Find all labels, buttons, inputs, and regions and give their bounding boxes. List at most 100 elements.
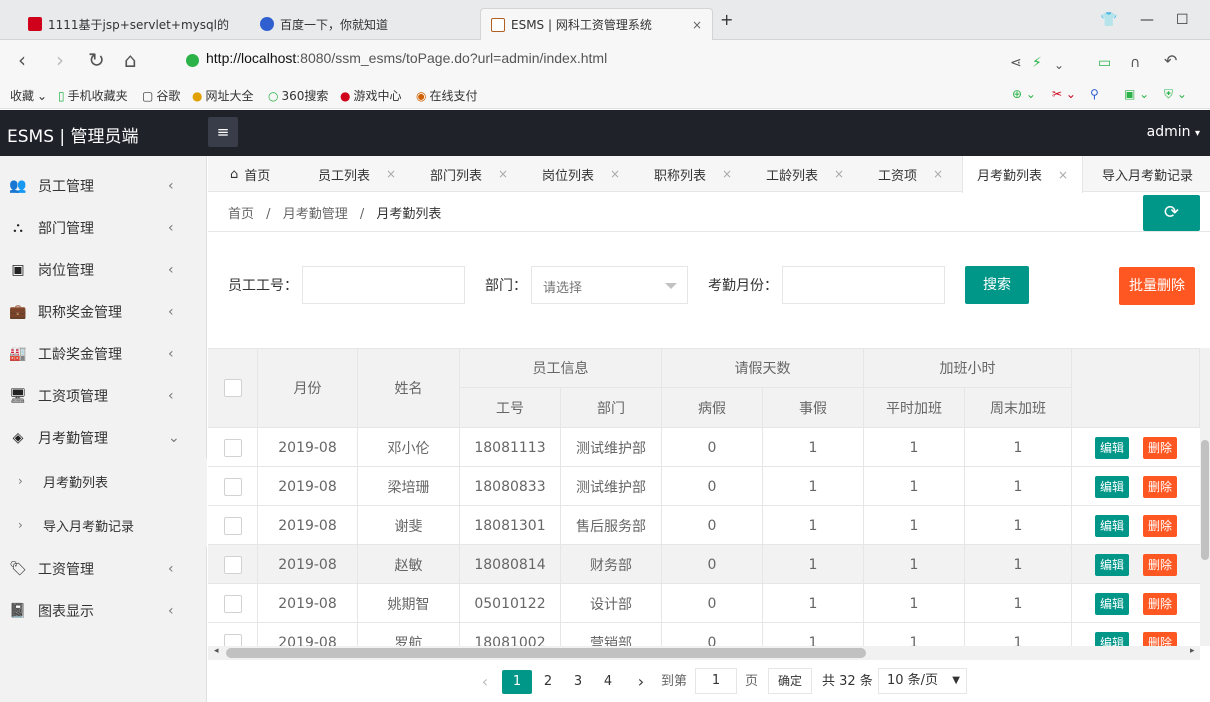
- close-icon[interactable]: ×: [933, 167, 943, 181]
- pager-page-4[interactable]: 4: [598, 670, 618, 694]
- browser-tab-baidu[interactable]: 百度一下，你就知道: [250, 8, 478, 40]
- breadcrumb-home[interactable]: 首页: [228, 207, 254, 222]
- refresh-button[interactable]: ⟳: [1143, 195, 1200, 231]
- close-icon[interactable]: ×: [610, 167, 620, 181]
- sidebar-item-department[interactable]: ⛬ 部门管理 ‹: [0, 207, 207, 249]
- table-row[interactable]: 2019-08 梁培珊 18080833 测试维护部 0 1 1 1 编辑 删除: [208, 467, 1200, 506]
- close-icon[interactable]: ×: [834, 167, 844, 181]
- select-all-checkbox[interactable]: [223, 379, 242, 397]
- edit-button[interactable]: 编辑: [1094, 553, 1129, 576]
- home-icon[interactable]: ⌂: [124, 49, 137, 71]
- edit-button[interactable]: 编辑: [1094, 436, 1129, 459]
- tab-employee-list[interactable]: 员工列表 ×: [318, 156, 396, 192]
- tab-salary-items[interactable]: 工资项 ×: [878, 156, 943, 192]
- bookmark-pay[interactable]: ◉ 在线支付: [416, 87, 478, 104]
- row-checkbox[interactable]: [223, 555, 242, 574]
- scroll-right-icon[interactable]: ▸: [1190, 646, 1195, 656]
- share-icon[interactable]: ⋖: [1010, 52, 1022, 74]
- pager-page-1[interactable]: 1: [502, 670, 532, 694]
- tab-position-list[interactable]: 岗位列表 ×: [542, 156, 620, 192]
- bookmark-favorites[interactable]: 收藏 ⌄: [10, 87, 47, 104]
- row-checkbox[interactable]: [223, 438, 242, 457]
- undo-icon[interactable]: ↶: [1164, 50, 1177, 72]
- sidebar-item-salary-items[interactable]: 🖥 工资项管理 ‹: [0, 375, 207, 417]
- close-icon[interactable]: ×: [498, 167, 508, 181]
- search-button[interactable]: 搜索: [965, 266, 1029, 304]
- back-icon[interactable]: ‹: [18, 49, 26, 71]
- pager-confirm-button[interactable]: 确定: [768, 668, 812, 694]
- edit-button[interactable]: 编辑: [1094, 592, 1129, 615]
- browser-tab-esms[interactable]: ESMS | 网科工资管理系统 ×: [480, 8, 713, 40]
- reload-icon[interactable]: ↻: [88, 49, 105, 71]
- delete-button[interactable]: 删除: [1143, 436, 1178, 459]
- page-size-select[interactable]: 10 条/页 ▼: [878, 668, 967, 694]
- bookmark-games[interactable]: ● 游戏中心: [340, 87, 402, 104]
- magnifier-icon[interactable]: ⚲: [1090, 87, 1099, 101]
- tab-title-list[interactable]: 职称列表 ×: [654, 156, 732, 192]
- menu-toggle-icon[interactable]: ≡: [208, 117, 238, 147]
- new-tab-button[interactable]: +: [720, 10, 733, 29]
- delete-button[interactable]: 删除: [1143, 592, 1178, 615]
- shield-icon[interactable]: ⛨ ⌄: [1164, 87, 1187, 102]
- table-row[interactable]: 2019-08 谢斐 18081301 售后服务部 0 1 1 1 编辑 删除: [208, 506, 1200, 545]
- bookmark-360[interactable]: ○ 360搜索: [268, 87, 328, 104]
- lightning-icon[interactable]: ⚡: [1032, 52, 1042, 74]
- scissors-icon[interactable]: ✂ ⌄: [1052, 87, 1076, 101]
- row-checkbox[interactable]: [223, 516, 242, 535]
- scroll-left-icon[interactable]: ◂: [214, 646, 219, 656]
- edit-button[interactable]: 编辑: [1094, 514, 1129, 537]
- sidebar-item-seniority-bonus[interactable]: 🏭 工龄奖金管理 ‹: [0, 333, 207, 375]
- sidebar-item-salary[interactable]: 🏷 工资管理 ‹: [0, 548, 207, 590]
- breadcrumb-attendance[interactable]: 月考勤管理: [283, 207, 348, 222]
- sidebar-item-attendance[interactable]: ◈ 月考勤管理 ⌄: [0, 417, 207, 459]
- tab-home[interactable]: ⌂ 首页: [230, 156, 270, 192]
- dept-select[interactable]: 请选择: [531, 266, 688, 304]
- month-input[interactable]: [782, 266, 945, 304]
- address-bar[interactable]: http://localhost:8080/ssm_esms/toPage.do…: [206, 50, 607, 66]
- close-icon[interactable]: ×: [722, 167, 732, 181]
- row-checkbox[interactable]: [223, 594, 242, 613]
- extension-icon[interactable]: ⊕ ⌄: [1012, 87, 1036, 101]
- bookmark-mobile[interactable]: ▯ 手机收藏夹: [58, 87, 128, 104]
- table-row[interactable]: 2019-08 罗航 18081002 营销部 0 1 1 1 编辑 删除: [208, 623, 1200, 648]
- delete-button[interactable]: 删除: [1143, 553, 1178, 576]
- emp-no-input[interactable]: [302, 266, 465, 304]
- pager-prev[interactable]: ‹: [478, 670, 492, 694]
- sidebar-item-employee[interactable]: 👥 员工管理 ‹: [0, 165, 207, 207]
- vertical-scroll-thumb[interactable]: [1201, 440, 1209, 560]
- delete-button[interactable]: 删除: [1143, 475, 1178, 498]
- bookmark-sites[interactable]: ● 网址大全: [192, 87, 254, 104]
- close-icon[interactable]: ×: [1058, 168, 1068, 182]
- pager-goto-input[interactable]: 1: [695, 668, 737, 694]
- tab-department-list[interactable]: 部门列表 ×: [430, 156, 508, 192]
- table-row[interactable]: 2019-08 赵敏 18080814 财务部 0 1 1 1 编辑 删除: [208, 545, 1200, 584]
- sidebar-item-position[interactable]: ▣ 岗位管理 ‹: [0, 249, 207, 291]
- user-menu[interactable]: admin ▾: [1147, 124, 1200, 140]
- headphone-icon[interactable]: ∩: [1130, 52, 1140, 74]
- sidebar-item-charts[interactable]: 📓 图表显示 ‹: [0, 590, 207, 632]
- bookmark-google[interactable]: ▢ 谷歌: [142, 87, 180, 104]
- sidebar-item-title-bonus[interactable]: 💼 职称奖金管理 ‹: [0, 291, 207, 333]
- table-row[interactable]: 2019-08 邓小伦 18081113 测试维护部 0 1 1 1 编辑 删除: [208, 428, 1200, 467]
- minimize-icon[interactable]: —: [1140, 12, 1154, 28]
- edit-button[interactable]: 编辑: [1094, 475, 1129, 498]
- table-row[interactable]: 2019-08 姚期智 05010122 设计部 0 1 1 1 编辑 删除: [208, 584, 1200, 623]
- shirt-skin-icon[interactable]: 👕: [1100, 12, 1117, 28]
- pager-page-2[interactable]: 2: [538, 670, 558, 694]
- sidebar-subitem-import-attendance[interactable]: › 导入月考勤记录: [0, 503, 207, 547]
- pager-page-3[interactable]: 3: [568, 670, 588, 694]
- dropdown-icon[interactable]: ⌄: [1054, 54, 1064, 76]
- tab-attendance-list[interactable]: 月考勤列表 ×: [962, 156, 1084, 193]
- pager-next[interactable]: ›: [634, 670, 648, 694]
- tab-seniority-list[interactable]: 工龄列表 ×: [766, 156, 844, 192]
- maximize-icon[interactable]: ☐: [1176, 12, 1189, 28]
- close-tab-icon[interactable]: ×: [692, 18, 702, 32]
- batch-delete-button[interactable]: 批量删除: [1119, 267, 1195, 305]
- forward-icon[interactable]: ›: [56, 49, 64, 71]
- delete-button[interactable]: 删除: [1143, 514, 1178, 537]
- browser-tab-project[interactable]: 1111基于jsp+servlet+mysql的: [18, 8, 250, 40]
- horizontal-scroll-thumb[interactable]: [226, 648, 866, 658]
- tab-import-attendance[interactable]: 导入月考勤记录: [1102, 156, 1193, 192]
- close-icon[interactable]: ×: [386, 167, 396, 181]
- row-checkbox[interactable]: [223, 477, 242, 496]
